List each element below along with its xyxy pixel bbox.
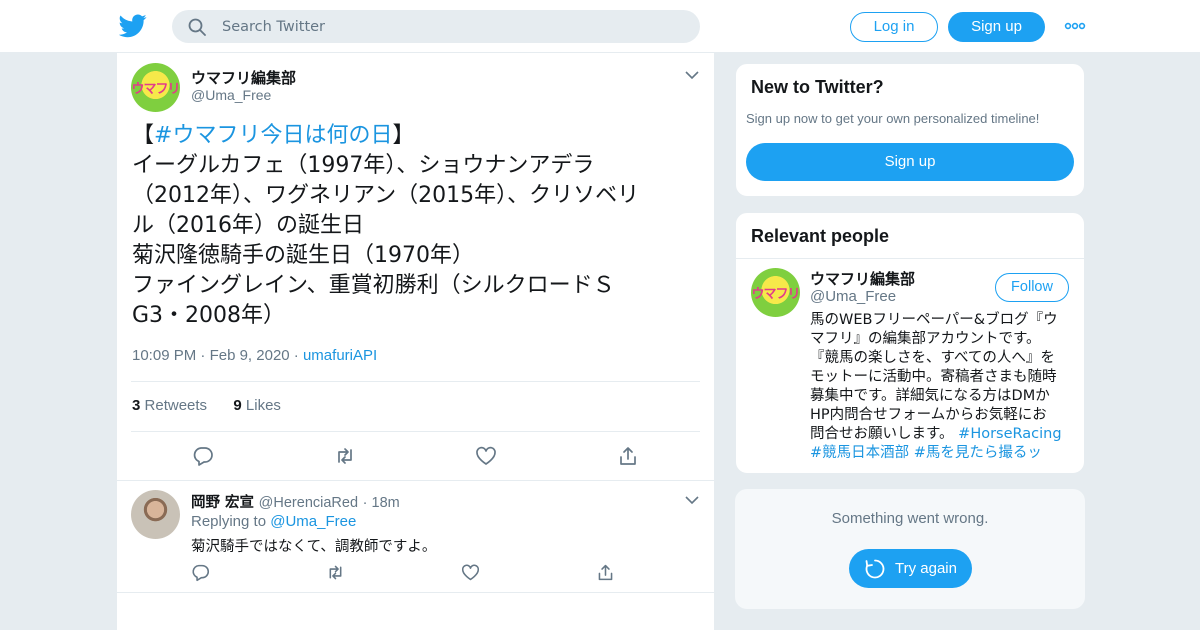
avatar-logo-text: ウマフリ (131, 82, 180, 97)
tweet-line: イーグルカフェ（1997年）、ショウナンアデラ (132, 153, 595, 178)
top-bar: Log in Sign up (0, 0, 1200, 53)
tweet-line: 【#ウマフリ今日は何の日】 (132, 123, 415, 148)
bio-line: 『競馬の楽しさを、すべての人へ』を (810, 350, 1055, 366)
login-button[interactable]: Log in (850, 12, 938, 42)
like-icon[interactable] (461, 563, 480, 582)
refresh-icon (865, 559, 885, 579)
person-bio: 馬のWEBフリーペーパー&ブログ『ウ マフリ』の編集部アカウントです。 『競馬の… (810, 311, 1072, 463)
tweet-metadata: 10:09 PM · Feb 9, 2020 · umafuriAPI (132, 347, 378, 364)
search-input[interactable] (222, 10, 662, 43)
bio-line: #競馬日本酒部 #馬を見たら撮るッ (810, 444, 1072, 463)
signup-button[interactable]: Sign up (948, 12, 1045, 42)
tweet-text: 【#ウマフリ今日は何の日】 イーグルカフェ（1997年）、ショウナンアデラ （2… (132, 121, 697, 331)
card-title: New to Twitter? (751, 77, 884, 97)
divider (736, 258, 1084, 259)
tweet-line: ファイングレイン、重賞初勝利（シルクロードＳ (132, 273, 615, 298)
avatar[interactable]: ウマフリ (751, 268, 800, 317)
replying-to: Replying to @Uma_Free (191, 513, 357, 530)
follow-button[interactable]: Follow (995, 273, 1069, 302)
reply-icon[interactable] (192, 445, 214, 467)
reply-author-name[interactable]: 岡野 宏宣 (191, 495, 254, 511)
twitter-bird-icon[interactable] (119, 13, 147, 39)
new-to-twitter-card: New to Twitter? Sign up now to get your … (735, 63, 1085, 197)
signup-card-button[interactable]: Sign up (746, 143, 1074, 181)
share-icon[interactable] (596, 563, 615, 582)
avatar-logo-text: ウマフリ (751, 287, 800, 302)
reply-header: 岡野 宏宣 @HerenciaRed · 18m (191, 495, 400, 511)
tweet-author-name[interactable]: ウマフリ編集部 (191, 67, 296, 88)
more-options-icon[interactable] (1064, 19, 1086, 33)
tweet-column: ウマフリ ウマフリ編集部 @Uma_Free 【#ウマフリ今日は何の日】 イーグ… (116, 53, 715, 630)
error-card: Something went wrong. Try again (735, 489, 1085, 609)
relevant-people-card: Relevant people ウマフリ ウマフリ編集部 @Uma_Free F… (735, 212, 1085, 474)
bio-line: HP内問合せフォームからお気軽にお (810, 407, 1047, 423)
reply-tweet[interactable]: 岡野 宏宣 @HerenciaRed · 18m Replying to @Um… (117, 480, 714, 593)
likes-stat[interactable]: 9 Likes (233, 397, 281, 414)
reply-text: 菊沢騎手ではなくて、調教師ですよ。 (191, 539, 437, 555)
avatar[interactable]: ウマフリ (131, 63, 180, 112)
hashtag-link[interactable]: #馬を見たら撮るッ (914, 445, 1042, 461)
search-icon (188, 18, 206, 36)
try-again-button[interactable]: Try again (849, 549, 972, 588)
retweet-icon[interactable] (334, 445, 356, 467)
tweet-line: 菊沢隆徳騎手の誕生日（1970年） (132, 243, 474, 268)
hashtag-link[interactable]: #ウマフリ今日は何の日 (154, 123, 392, 148)
search-box[interactable] (172, 10, 700, 43)
reply-icon[interactable] (191, 563, 210, 582)
tweet-time[interactable]: 10:09 PM (132, 347, 196, 364)
tweet-source-link[interactable]: umafuriAPI (303, 347, 377, 364)
divider (131, 431, 700, 432)
card-subtitle: Sign up now to get your own personalized… (746, 111, 1040, 126)
error-message: Something went wrong. (831, 510, 989, 527)
hashtag-link[interactable]: #HorseRacing (958, 426, 1061, 442)
like-icon[interactable] (475, 445, 497, 467)
chevron-down-icon[interactable] (685, 496, 699, 505)
hashtag-link[interactable]: #競馬日本酒部 (810, 445, 909, 461)
tweet-stats: 3 Retweets 9 Likes (132, 397, 281, 414)
replying-to-handle-link[interactable]: @Uma_Free (270, 513, 356, 530)
divider (131, 381, 700, 382)
card-title: Relevant people (751, 226, 890, 246)
tweet-author-handle[interactable]: @Uma_Free (191, 87, 271, 103)
bio-line: マフリ』の編集部アカウントです。 (810, 331, 1041, 347)
bio-line: モットーに活動中。寄稿者さまも随時 (810, 369, 1057, 385)
avatar[interactable] (131, 490, 180, 539)
bio-line: 馬のWEBフリーペーパー&ブログ『ウ (810, 312, 1058, 328)
person-name[interactable]: ウマフリ編集部 (810, 268, 915, 289)
share-icon[interactable] (617, 445, 639, 467)
tweet-line: （2012年）、ワグネリアン（2015年）、クリソベリ (132, 183, 640, 208)
person-handle[interactable]: @Uma_Free (810, 288, 896, 305)
tweet-line: G3・2008年） (132, 303, 286, 328)
reply-author-handle[interactable]: @HerenciaRed (259, 495, 358, 511)
try-again-label: Try again (895, 560, 957, 577)
tweet-line: ル（2016年）の誕生日 (132, 213, 364, 238)
bio-line: 問合せお願いします。 #HorseRacing (810, 426, 1062, 442)
reply-time[interactable]: 18m (372, 495, 400, 511)
chevron-down-icon[interactable] (685, 71, 699, 80)
retweet-icon[interactable] (326, 563, 345, 582)
retweets-stat[interactable]: 3 Retweets (132, 397, 207, 414)
tweet-date[interactable]: Feb 9, 2020 (210, 347, 290, 364)
bio-line: 募集中です。詳細気になる方はDMか (810, 388, 1050, 404)
